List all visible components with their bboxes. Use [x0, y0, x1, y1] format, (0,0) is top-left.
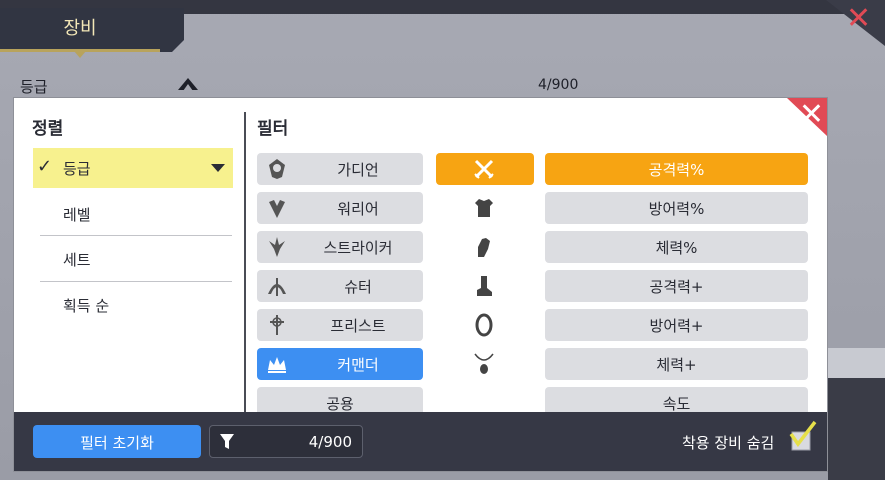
necklace-icon	[474, 353, 494, 374]
filter-stat-defense-flat[interactable]: 방어력+	[545, 309, 808, 341]
guardian-icon	[269, 159, 285, 179]
chip-label: 공용	[326, 395, 354, 413]
striker-icon	[269, 237, 285, 257]
filter-stat-hp-percent[interactable]: 체력%	[545, 231, 808, 263]
filter-stat-attack-percent[interactable]: 공격력%	[545, 153, 808, 185]
filter-slot-necklace[interactable]	[436, 348, 534, 380]
sort-item-label: 레벨	[63, 206, 91, 224]
reset-filter-button[interactable]: 필터 초기화	[33, 425, 201, 458]
sort-divider	[40, 281, 232, 282]
checkmark-icon: ✓	[37, 156, 53, 177]
boots-icon	[477, 276, 492, 296]
sort-item-label: 등급	[63, 160, 91, 178]
filter-class-striker[interactable]: 스트라이커	[257, 231, 423, 263]
filter-title: 필터	[257, 119, 289, 139]
filter-count-box: 4/900	[209, 425, 363, 458]
chip-label: 공격력+	[649, 278, 704, 296]
warrior-icon	[269, 200, 285, 218]
filter-slot-ring[interactable]	[436, 309, 534, 341]
chip-label: 스트라이커	[323, 239, 393, 257]
filter-count-value: 4/900	[308, 433, 352, 451]
close-icon: ✕	[798, 97, 824, 132]
filter-class-commander[interactable]: 커맨더	[257, 348, 423, 380]
filter-stat-defense-percent[interactable]: 방어력%	[545, 192, 808, 224]
funnel-icon	[220, 434, 234, 449]
tab-equipment-label: 장비	[63, 18, 97, 39]
filter-class-priest[interactable]: 프리스트	[257, 309, 423, 341]
sort-item-set[interactable]: 세트	[33, 239, 233, 279]
chip-label: 프리스트	[330, 317, 386, 335]
sort-item-grade[interactable]: ✓ 등급	[33, 148, 233, 188]
sort-filter-modal: ✕ 정렬 ✓ 등급 레벨 세트 획득 순 필터 가디언 워리어 스트라이커 슈터…	[13, 97, 828, 472]
sort-item-acquired[interactable]: 획득 순	[33, 285, 233, 325]
sort-item-label: 세트	[63, 251, 91, 269]
dropdown-arrow-icon	[211, 164, 225, 172]
ring-icon	[475, 313, 493, 337]
tab-notch	[74, 51, 86, 58]
reset-filter-label: 필터 초기화	[80, 434, 154, 452]
grade-sort-label: 등급	[20, 78, 48, 96]
caret-up-icon-inner	[183, 84, 193, 91]
filter-stat-hp-flat[interactable]: 체력+	[545, 348, 808, 380]
shooter-icon	[268, 278, 286, 296]
chip-label: 슈터	[344, 278, 372, 296]
filter-slot-armor[interactable]	[436, 192, 534, 224]
chip-label: 속도	[662, 395, 691, 413]
filter-stat-attack-flat[interactable]: 공격력+	[545, 270, 808, 302]
chip-label: 가디언	[337, 161, 379, 179]
filter-slot-gloves[interactable]	[436, 231, 534, 263]
sort-divider	[40, 235, 232, 236]
filter-class-warrior[interactable]: 워리어	[257, 192, 423, 224]
chip-label: 커맨더	[337, 356, 379, 374]
filter-class-shooter[interactable]: 슈터	[257, 270, 423, 302]
modal-footer: 필터 초기화 4/900 착용 장비 숨김	[14, 412, 827, 471]
chip-label: 방어력%	[648, 200, 705, 218]
commander-icon	[268, 357, 286, 373]
filter-slot-weapon[interactable]	[436, 153, 534, 185]
filter-class-guardian[interactable]: 가디언	[257, 153, 423, 185]
chip-label: 체력%	[655, 239, 698, 257]
filter-slot-boots[interactable]	[436, 270, 534, 302]
hide-equipped-label: 착용 장비 숨김	[682, 434, 775, 452]
sort-item-label: 획득 순	[63, 297, 110, 315]
chip-label: 공격력%	[648, 161, 705, 179]
priest-icon	[270, 315, 284, 335]
glove-icon	[478, 238, 490, 257]
chip-label: 방어력+	[649, 317, 704, 335]
inventory-count: 4/900	[538, 77, 579, 93]
weapon-icon	[474, 159, 494, 179]
chip-label: 체력+	[656, 356, 697, 374]
background-strip	[828, 348, 885, 378]
armor-icon	[475, 199, 493, 217]
sort-item-level[interactable]: 레벨	[33, 194, 233, 234]
sort-title: 정렬	[32, 119, 64, 139]
close-icon: ✕	[846, 1, 872, 36]
chip-label: 워리어	[337, 200, 379, 218]
panel-divider	[244, 112, 246, 412]
hide-equipped-checkbox[interactable]	[788, 420, 818, 452]
